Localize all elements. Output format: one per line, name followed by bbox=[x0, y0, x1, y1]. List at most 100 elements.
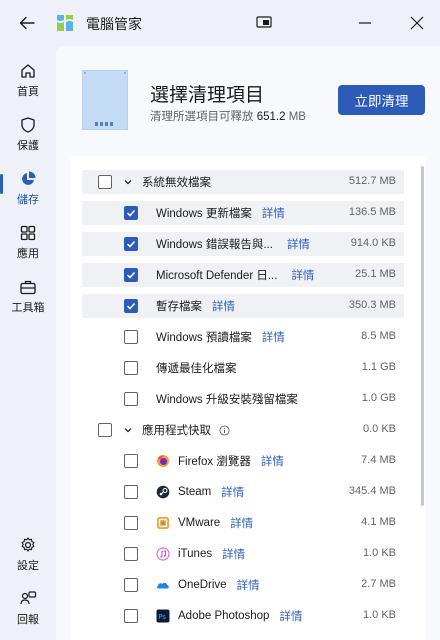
item-checkbox[interactable] bbox=[124, 547, 138, 561]
item-checkbox[interactable] bbox=[124, 299, 138, 313]
feedback-icon bbox=[20, 590, 37, 604]
sidebar-item-label: 保護 bbox=[17, 139, 39, 152]
arrow-left-icon bbox=[19, 16, 35, 30]
drive-icon bbox=[82, 70, 128, 130]
check-icon bbox=[126, 209, 136, 217]
minimize-button[interactable] bbox=[352, 10, 378, 36]
home-icon bbox=[21, 63, 35, 78]
group-row-app-cache: 應用程式快取 0.0 KB bbox=[82, 418, 404, 442]
list-item[interactable]: Steam 詳情 345.4 MB bbox=[82, 480, 404, 504]
details-link[interactable]: 詳情 bbox=[221, 484, 244, 500]
clean-now-button[interactable]: 立即清理 bbox=[338, 85, 425, 115]
firefox-icon bbox=[156, 454, 170, 468]
sidebar-item-toolbox[interactable]: 工具箱 bbox=[4, 272, 52, 320]
details-link[interactable]: 詳情 bbox=[291, 267, 314, 283]
group-row-system: 系統無效檔案 512.7 MB bbox=[82, 170, 404, 194]
item-checkbox[interactable] bbox=[124, 516, 138, 530]
sidebar-item-label: 設定 bbox=[17, 559, 39, 572]
item-checkbox[interactable] bbox=[124, 578, 138, 592]
details-link[interactable]: 詳情 bbox=[212, 298, 235, 314]
sidebar-item-feedback[interactable]: 回報 bbox=[4, 584, 52, 632]
list-item[interactable]: OneDrive 詳情 2.7 MB bbox=[82, 573, 404, 597]
group-checkbox[interactable] bbox=[98, 423, 112, 437]
list-item[interactable]: 暫存檔案 詳情 350.3 MB bbox=[82, 294, 404, 318]
details-link[interactable]: 詳情 bbox=[237, 577, 260, 593]
details-link[interactable]: 詳情 bbox=[222, 546, 245, 562]
item-checkbox[interactable] bbox=[124, 268, 138, 282]
expand-toggle[interactable] bbox=[122, 424, 134, 436]
sidebar-item-storage[interactable]: 儲存 bbox=[4, 164, 52, 212]
list-item[interactable]: Ps Adobe Photoshop 詳情 1.0 KB bbox=[82, 604, 404, 628]
sidebar-item-settings[interactable]: 設定 bbox=[4, 530, 52, 578]
item-checkbox[interactable] bbox=[124, 485, 138, 499]
item-checkbox[interactable] bbox=[124, 330, 138, 344]
close-icon bbox=[410, 16, 424, 30]
sidebar-item-home[interactable]: 首頁 bbox=[4, 56, 52, 104]
toolbox-icon bbox=[20, 280, 36, 294]
details-link[interactable]: 詳情 bbox=[262, 329, 285, 345]
check-icon bbox=[126, 271, 136, 279]
item-size: 1.0 KB bbox=[362, 609, 396, 621]
back-button[interactable] bbox=[14, 10, 40, 36]
item-checkbox[interactable] bbox=[124, 392, 138, 406]
chevron-down-icon bbox=[124, 180, 132, 185]
item-label: Windows 預讀檔案 bbox=[156, 332, 252, 344]
sidebar-item-label: 回報 bbox=[17, 613, 39, 626]
indeterminate-icon bbox=[102, 181, 108, 183]
list-item[interactable]: Windows 升級安裝殘留檔案 1.0 GB bbox=[82, 387, 404, 411]
list-item[interactable]: Microsoft Defender 日... 詳情 25.1 MB bbox=[82, 263, 404, 287]
group-size: 0.0 KB bbox=[362, 423, 396, 435]
main-panel: 選擇清理項目 清理所選項目可釋放 651.2 MB 立即清理 系統無效檔案 51… bbox=[56, 46, 440, 640]
close-button[interactable] bbox=[404, 10, 430, 36]
mini-mode-button[interactable] bbox=[254, 12, 274, 32]
scrollbar[interactable] bbox=[421, 166, 424, 506]
sidebar-item-apps[interactable]: 應用 bbox=[4, 218, 52, 266]
sidebar-item-label: 工具箱 bbox=[11, 301, 45, 314]
details-link[interactable]: 詳情 bbox=[279, 608, 302, 624]
item-size: 25.1 MB bbox=[355, 268, 396, 280]
subtitle-text: 清理所選項目可釋放 bbox=[150, 111, 254, 123]
item-label: 傳遞最佳化檔案 bbox=[156, 363, 237, 375]
item-size: 136.5 MB bbox=[348, 206, 396, 218]
item-checkbox[interactable] bbox=[124, 609, 138, 623]
sidebar-item-protection[interactable]: 保護 bbox=[4, 110, 52, 158]
vmware-icon bbox=[156, 516, 170, 530]
list-item[interactable]: Windows 預讀檔案 詳情 8.5 MB bbox=[82, 325, 404, 349]
item-label: Microsoft Defender 日... bbox=[156, 270, 278, 282]
item-label: Windows 升級安裝殘留檔案 bbox=[156, 394, 298, 406]
details-link[interactable]: 詳情 bbox=[262, 205, 285, 221]
item-checkbox[interactable] bbox=[124, 237, 138, 251]
item-size: 1.0 GB bbox=[361, 392, 396, 404]
list-item[interactable]: Windows 更新檔案 詳情 136.5 MB bbox=[82, 201, 404, 225]
list-item[interactable]: 傳遞最佳化檔案 1.1 GB bbox=[82, 356, 404, 380]
item-checkbox[interactable] bbox=[124, 454, 138, 468]
chevron-down-icon bbox=[124, 428, 132, 433]
details-link[interactable]: 詳情 bbox=[287, 236, 310, 252]
item-size: 8.5 MB bbox=[361, 330, 396, 342]
list-item[interactable]: Windows 錯誤報告與... 詳情 914.0 KB bbox=[82, 232, 404, 256]
item-size: 4.1 MB bbox=[361, 516, 396, 528]
itunes-icon bbox=[156, 547, 170, 561]
app-logo bbox=[54, 12, 76, 34]
item-size: 914.0 KB bbox=[350, 237, 396, 249]
group-label: 系統無效檔案 bbox=[142, 177, 211, 189]
group-checkbox[interactable] bbox=[98, 175, 112, 189]
minimize-icon bbox=[359, 22, 371, 24]
item-label: Windows 錯誤報告與... bbox=[156, 239, 273, 251]
expand-toggle[interactable] bbox=[122, 176, 134, 188]
list-item[interactable]: iTunes 詳情 1.0 KB bbox=[82, 542, 404, 566]
item-checkbox[interactable] bbox=[124, 206, 138, 220]
item-checkbox[interactable] bbox=[124, 361, 138, 375]
info-icon[interactable] bbox=[219, 424, 230, 436]
list-item[interactable]: Firefox 瀏覽器 詳情 7.4 MB bbox=[82, 449, 404, 473]
active-indicator bbox=[0, 174, 3, 194]
item-size: 345.4 MB bbox=[348, 485, 396, 497]
details-link[interactable]: 詳情 bbox=[230, 515, 253, 531]
details-link[interactable]: 詳情 bbox=[261, 453, 284, 469]
item-label: OneDrive bbox=[178, 579, 227, 591]
svg-text:Ps: Ps bbox=[158, 613, 166, 621]
item-size: 2.7 MB bbox=[361, 578, 396, 590]
item-label: Firefox 瀏覽器 bbox=[178, 456, 251, 468]
pie-chart-icon bbox=[22, 171, 36, 185]
list-item[interactable]: VMware 詳情 4.1 MB bbox=[82, 511, 404, 535]
